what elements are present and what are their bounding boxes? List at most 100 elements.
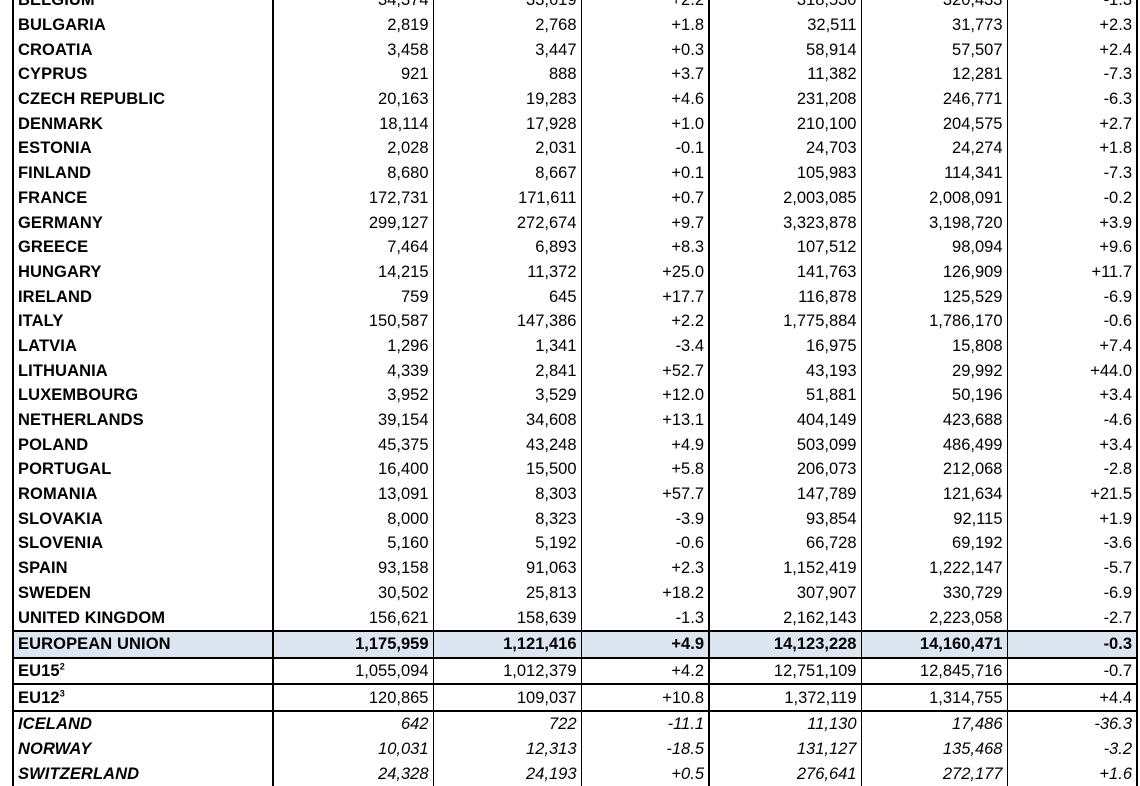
cell-col-3: +25.0 (580, 259, 709, 285)
cell-col-6: -4.6 (1006, 407, 1138, 433)
row-label-text: SWITZERLAND (18, 764, 140, 783)
cell-col-4: 404,149 (708, 407, 861, 433)
cell-col-3: +4.2 (580, 657, 709, 686)
cell-col-5: 24,274 (860, 136, 1007, 161)
footnote-marker: 3 (59, 688, 65, 699)
cell-col-5: 50,196 (860, 383, 1007, 408)
cell-col-5: 1,314,755 (860, 684, 1007, 712)
cell-col-5: 12,281 (860, 62, 1007, 87)
cell-col-5: 125,529 (860, 284, 1007, 309)
cell-col-6: -0.2 (1006, 185, 1138, 211)
row-label: EU123 (12, 684, 273, 712)
cell-col-6: -0.7 (1006, 657, 1138, 686)
cell-col-4: 11,130 (708, 710, 861, 737)
row-label-text: GREECE (18, 238, 89, 257)
row-label: SWEDEN (12, 580, 273, 606)
cell-col-4: 3,323,878 (708, 210, 861, 235)
cell-col-2: 17,928 (432, 111, 581, 137)
row-label: LITHUANIA (12, 358, 273, 383)
total-row-eu12: EU123 120,865 109,037 +10.8 1,372,119 1,314,7… (12, 684, 1138, 712)
cell-col-6: +3.4 (1006, 383, 1138, 408)
cell-col-6: -2.8 (1006, 457, 1138, 482)
row-label-text: CYPRUS (18, 65, 88, 84)
cell-col-2: 19,283 (432, 86, 581, 112)
row-label: LUXEMBOURG (12, 383, 273, 408)
row-label-text: UNITED KINGDOM (18, 608, 166, 627)
row-label-text: GERMANY (18, 213, 104, 232)
row-label: GREECE (12, 234, 273, 260)
cell-col-5: 486,499 (860, 432, 1007, 458)
cell-col-4: 318,530 (708, 0, 861, 13)
cell-col-1: 1,175,959 (272, 629, 433, 659)
cell-col-5: 126,909 (860, 259, 1007, 285)
row-label: SLOVENIA (12, 531, 273, 556)
row-label-text: LUXEMBOURG (18, 386, 139, 405)
row-label: DENMARK (12, 111, 273, 137)
row-label-text: IRELAND (18, 287, 93, 306)
cell-col-2: 2,841 (432, 358, 581, 383)
row-label-text: FRANCE (18, 188, 88, 207)
table-row: IRELAND 759 645 +17.7 116,878 125,529 -6.9 (12, 284, 1138, 309)
cell-col-6: +1.9 (1006, 506, 1138, 532)
cell-col-4: 11,382 (708, 62, 861, 87)
cell-col-3: -3.9 (580, 506, 709, 532)
table-row: FINLAND 8,680 8,667 +0.1 105,983 114,341 -7.3 (12, 160, 1138, 186)
cell-col-3: +0.1 (580, 160, 709, 186)
cell-col-4: 1,152,419 (708, 555, 861, 581)
row-label-text: EU12 (18, 688, 60, 707)
table-row: NETHERLANDS 39,154 34,608 +13.1 404,149 423,6… (12, 407, 1138, 433)
cell-col-4: 1,775,884 (708, 308, 861, 334)
cell-col-3: +10.8 (580, 684, 709, 712)
row-label-text: PORTUGAL (18, 460, 112, 479)
cell-col-1: 299,127 (272, 210, 433, 235)
cell-col-5: 14,160,471 (860, 629, 1007, 659)
cell-col-6: -0.3 (1006, 629, 1138, 659)
row-label-text: CROATIA (18, 40, 93, 59)
cell-col-5: 246,771 (860, 86, 1007, 112)
cell-col-5: 2,008,091 (860, 185, 1007, 211)
cell-col-1: 30,502 (272, 580, 433, 606)
row-label-text: NORWAY (18, 739, 92, 758)
cell-col-2: 91,063 (432, 555, 581, 581)
cell-col-1: 16,400 (272, 457, 433, 482)
row-label: ITALY (12, 308, 273, 334)
cell-col-1: 14,215 (272, 259, 433, 285)
cell-col-6: +7.4 (1006, 333, 1138, 359)
row-label: HUNGARY (12, 259, 273, 285)
cell-col-4: 51,881 (708, 383, 861, 408)
table-row: LATVIA 1,296 1,341 -3.4 16,975 15,808 +7.4 (12, 333, 1138, 359)
cell-col-1: 172,731 (272, 185, 433, 211)
cell-col-2: 34,608 (432, 407, 581, 433)
cell-col-1: 759 (272, 284, 433, 309)
row-label-text: NETHERLANDS (18, 411, 144, 430)
cell-col-6: +3.9 (1006, 210, 1138, 235)
cell-col-3: +17.7 (580, 284, 709, 309)
footnote-marker: 2 (59, 661, 65, 672)
cell-col-4: 231,208 (708, 86, 861, 112)
cell-col-3: +0.3 (580, 37, 709, 63)
cell-col-4: 16,975 (708, 333, 861, 359)
cell-col-1: 1,055,094 (272, 657, 433, 686)
cell-col-1: 156,621 (272, 605, 433, 631)
table-row: CROATIA 3,458 3,447 +0.3 58,914 57,507 +2.4 (12, 37, 1138, 63)
cell-col-2: 5,192 (432, 531, 581, 556)
cell-col-6: +2.3 (1006, 12, 1138, 38)
table-row: GREECE 7,464 6,893 +8.3 107,512 98,094 +9.6 (12, 234, 1138, 260)
cell-col-2: 25,813 (432, 580, 581, 606)
table-row: ESTONIA 2,028 2,031 -0.1 24,703 24,274 +1.8 (12, 136, 1138, 161)
row-label-text: ITALY (18, 312, 64, 331)
cell-col-2: 147,386 (432, 308, 581, 334)
table-row: ROMANIA 13,091 8,303 +57.7 147,789 121,634 +21… (12, 481, 1138, 507)
cell-col-1: 18,114 (272, 111, 433, 137)
cell-col-2: 3,529 (432, 383, 581, 408)
cell-col-6: -6.3 (1006, 86, 1138, 112)
cell-col-6: +2.7 (1006, 111, 1138, 137)
table-row-efta: SWITZERLAND 24,328 24,193 +0.5 276,641 272,17… (12, 761, 1138, 786)
cell-col-6: +21.5 (1006, 481, 1138, 507)
cell-col-2: 43,248 (432, 432, 581, 458)
cell-col-4: 43,193 (708, 358, 861, 383)
table-body: BELGIUM 34,374 33,619 +2.2 318,530 320,433 -1.… (12, 0, 1138, 786)
cell-col-4: 107,512 (708, 234, 861, 260)
cell-col-5: 320,433 (860, 0, 1007, 13)
cell-col-2: 11,372 (432, 259, 581, 285)
